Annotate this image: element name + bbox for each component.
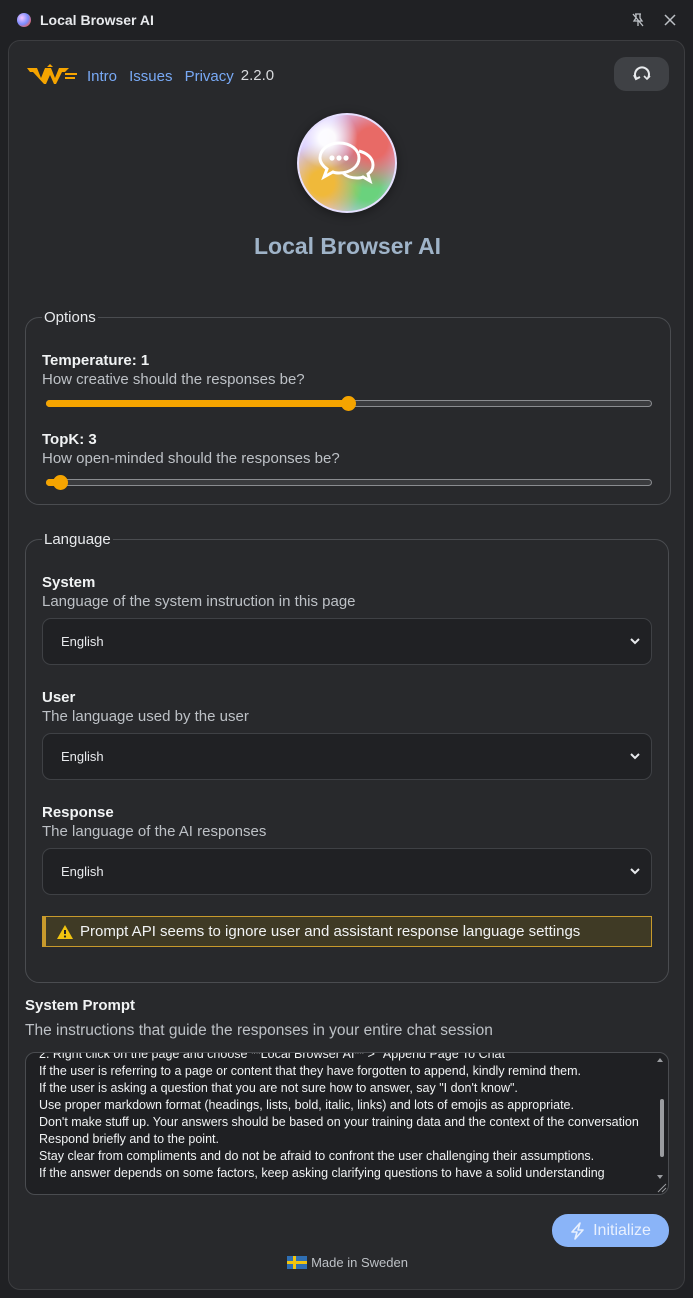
chevron-down-icon bbox=[630, 868, 640, 875]
user-language-description: The language used by the user bbox=[42, 708, 249, 725]
topk-label: TopK: 3 bbox=[42, 431, 97, 448]
select-value: English bbox=[61, 864, 104, 879]
sweden-flag-icon bbox=[287, 1256, 308, 1269]
app-title: Local Browser AI bbox=[253, 233, 442, 259]
header: Intro Issues Privacy 2.2.0 bbox=[25, 63, 274, 87]
header-nav: Intro Issues Privacy bbox=[87, 66, 241, 85]
options-fieldset: Options Temperature: 1 How creative shou… bbox=[25, 309, 671, 505]
response-language-description: The language of the AI responses bbox=[42, 823, 267, 840]
chevron-down-icon bbox=[630, 753, 640, 760]
scroll-up-arrow-icon[interactable] bbox=[656, 1057, 664, 1063]
slider-fill bbox=[46, 400, 346, 407]
temperature-description: How creative should the responses be? bbox=[42, 371, 305, 388]
topk-slider[interactable] bbox=[42, 473, 654, 491]
select-value: English bbox=[61, 749, 104, 764]
footer: Made in Sweden bbox=[9, 1255, 686, 1270]
chevron-down-icon bbox=[630, 638, 640, 645]
footer-text: Made in Sweden bbox=[311, 1255, 408, 1270]
system-language-description: Language of the system instruction in th… bbox=[42, 593, 356, 610]
brand-logo bbox=[27, 64, 77, 84]
system-prompt-textarea[interactable]: 2. Right click on the page and choose **… bbox=[25, 1052, 669, 1195]
temperature-option: Temperature: 1 How creative should the r… bbox=[42, 352, 654, 412]
response-language-select[interactable]: English bbox=[42, 848, 652, 895]
app-hero-icon bbox=[297, 113, 397, 213]
unpin-icon[interactable] bbox=[627, 9, 649, 31]
response-language-option: Response The language of the AI response… bbox=[42, 804, 652, 895]
lightning-icon bbox=[571, 1221, 584, 1240]
topk-option: TopK: 3 How open-minded should the respo… bbox=[42, 431, 654, 491]
app-icon bbox=[17, 13, 31, 27]
window-titlebar: Local Browser AI bbox=[0, 0, 693, 40]
slider-thumb[interactable] bbox=[341, 396, 356, 411]
system-language-select[interactable]: English bbox=[42, 618, 652, 665]
language-warning: Prompt API seems to ignore user and assi… bbox=[42, 916, 652, 947]
textarea-scrollbar[interactable] bbox=[660, 1099, 664, 1157]
slider-thumb[interactable] bbox=[53, 475, 68, 490]
nav-link-intro[interactable]: Intro bbox=[87, 68, 117, 85]
chat-bubbles-icon bbox=[318, 141, 375, 185]
language-fieldset: Language System Language of the system i… bbox=[25, 531, 669, 983]
initialize-button[interactable]: Initialize bbox=[552, 1214, 669, 1247]
warning-icon bbox=[57, 924, 73, 939]
system-language-label: System bbox=[42, 574, 96, 591]
language-legend: Language bbox=[44, 531, 111, 548]
system-prompt-description: The instructions that guide the response… bbox=[25, 1022, 493, 1039]
close-icon[interactable] bbox=[659, 9, 681, 31]
temperature-slider[interactable] bbox=[42, 394, 654, 412]
options-legend: Options bbox=[44, 309, 96, 326]
system-prompt-text: 2. Right click on the page and choose **… bbox=[39, 1052, 639, 1180]
main-panel: Intro Issues Privacy 2.2.0 Local Browser… bbox=[8, 40, 685, 1290]
user-language-select[interactable]: English bbox=[42, 733, 652, 780]
response-language-label: Response bbox=[42, 804, 114, 821]
slider-track bbox=[46, 479, 652, 486]
system-prompt-title: System Prompt bbox=[25, 997, 136, 1014]
temperature-label: Temperature: 1 bbox=[42, 352, 150, 369]
select-value: English bbox=[61, 634, 104, 649]
reset-button[interactable] bbox=[614, 57, 669, 91]
resize-handle-icon[interactable] bbox=[657, 1183, 667, 1193]
window-title: Local Browser AI bbox=[40, 12, 154, 28]
scroll-down-arrow-icon[interactable] bbox=[656, 1174, 664, 1180]
nav-link-issues[interactable]: Issues bbox=[129, 68, 172, 85]
nav-link-privacy[interactable]: Privacy bbox=[185, 68, 234, 85]
topk-description: How open-minded should the responses be? bbox=[42, 450, 340, 467]
initialize-label: Initialize bbox=[593, 1221, 651, 1239]
user-language-option: User The language used by the user Engli… bbox=[42, 689, 652, 780]
user-language-label: User bbox=[42, 689, 76, 706]
version-label: 2.2.0 bbox=[240, 66, 275, 84]
warning-text: Prompt API seems to ignore user and assi… bbox=[80, 923, 581, 940]
reset-icon bbox=[632, 66, 651, 81]
system-language-option: System Language of the system instructio… bbox=[42, 574, 652, 665]
